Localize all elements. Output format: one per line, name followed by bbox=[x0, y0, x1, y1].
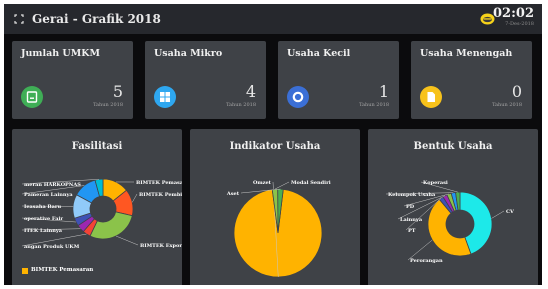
app-window: Gerai - Grafik 2018 02:02 7-Des-2018 Jum… bbox=[4, 4, 542, 285]
slice-label: CV bbox=[506, 209, 514, 215]
slice-label: BIMTEK Pembi bbox=[139, 192, 182, 198]
card-title: Usaha Menengah bbox=[420, 48, 513, 59]
card-icon bbox=[21, 86, 43, 108]
card-subtitle: Tahun 2018 bbox=[359, 102, 389, 108]
pie-slice[interactable] bbox=[89, 211, 133, 240]
slice-label: Modal Sendiri bbox=[291, 180, 331, 186]
chart-indikator-usaha: Omzet Modal Sendiri Aset bbox=[226, 180, 331, 278]
card-subtitle: Tahun 2018 bbox=[226, 102, 256, 108]
grid-icon bbox=[160, 92, 170, 102]
card-usaha-mikro: Usaha Mikro 4 Tahun 2018 bbox=[145, 41, 266, 119]
slice-label: angan Produk UKM bbox=[24, 244, 80, 250]
card-title: Usaha Kecil bbox=[287, 48, 351, 59]
chart-fasilitasi: BIMTEK Pemasaran BIMTEK Pembi BIMTEK Expor… bbox=[21, 178, 182, 250]
card-usaha-kecil: Usaha Kecil 1 Tahun 2018 bbox=[278, 41, 399, 119]
slice-label: ITEK Lainnya bbox=[24, 228, 63, 234]
slice-label: BIMTEK Pemasaran bbox=[136, 180, 182, 186]
slice-label: Lainnya bbox=[400, 217, 423, 223]
card-usaha-menengah: Usaha Menengah 0 Tahun 2018 bbox=[411, 41, 532, 119]
chart-bentuk-usaha: CV Perorangan PT Lainnya PD Kelompok Usaha Kop… bbox=[385, 180, 514, 264]
clock-date: 7-Des-2018 bbox=[505, 21, 534, 27]
card-value: 0 bbox=[511, 82, 522, 101]
panel-bentuk-usaha: Bentuk Usaha CV Perorangan PT Lainnya PD Kelo… bbox=[368, 129, 538, 285]
leader-line bbox=[491, 210, 505, 219]
card-subtitle: Tahun 2018 bbox=[93, 102, 123, 108]
slice-label: Koperasi bbox=[423, 180, 448, 186]
page-title: Gerai - Grafik 2018 bbox=[32, 12, 161, 26]
legend-label: BIMTEK Pemasaran bbox=[31, 267, 94, 273]
card-value: 4 bbox=[245, 82, 256, 101]
clock: 02:02 7-Des-2018 bbox=[493, 7, 534, 28]
card-value: 1 bbox=[378, 82, 389, 101]
document-icon bbox=[427, 92, 435, 102]
slice-label: Kelompok Usaha bbox=[388, 192, 436, 198]
card-icon bbox=[287, 86, 309, 108]
card-icon bbox=[420, 86, 442, 108]
fullscreen-icon[interactable] bbox=[14, 14, 24, 24]
leader-line bbox=[274, 181, 290, 190]
card-subtitle: Tahun 2018 bbox=[492, 102, 522, 108]
card-icon bbox=[154, 86, 176, 108]
slice-label: BIMTEK Export bbox=[140, 243, 182, 249]
panel-indikator-usaha: Indikator Usaha Omzet Modal Sendiri Aset bbox=[190, 129, 360, 285]
id-card-icon bbox=[26, 91, 38, 103]
clock-time: 02:02 bbox=[493, 6, 534, 21]
slice-label: Omzet bbox=[253, 180, 272, 186]
slice-label: meran HARKOPNAS bbox=[24, 182, 81, 188]
slice-label: Aset bbox=[226, 191, 240, 197]
slice-label: Ieasaha Baru bbox=[24, 204, 62, 210]
slice-label: Perorangan bbox=[410, 258, 443, 264]
slice-label: Pameran Lainnya bbox=[24, 192, 73, 198]
slice-label: operative Fair bbox=[24, 216, 63, 222]
leader-line bbox=[132, 193, 138, 203]
leader-line bbox=[115, 235, 139, 246]
legend-swatch bbox=[22, 268, 28, 274]
card-title: Jumlah UMKM bbox=[21, 48, 101, 59]
leader-line bbox=[407, 239, 433, 261]
panel-fasilitasi: Fasilitasi BIMTEK PemasaranBIMTEK PembiB… bbox=[12, 129, 182, 285]
record-icon bbox=[292, 91, 304, 103]
slice-label: PD bbox=[406, 204, 415, 210]
slice-label: PT bbox=[408, 228, 416, 234]
card-title: Usaha Mikro bbox=[154, 48, 223, 59]
card-value: 5 bbox=[112, 82, 123, 101]
card-jumlah-umkm: Jumlah UMKM 5 Tahun 2018 bbox=[12, 41, 133, 119]
top-bar: Gerai - Grafik 2018 02:02 7-Des-2018 bbox=[4, 4, 542, 34]
